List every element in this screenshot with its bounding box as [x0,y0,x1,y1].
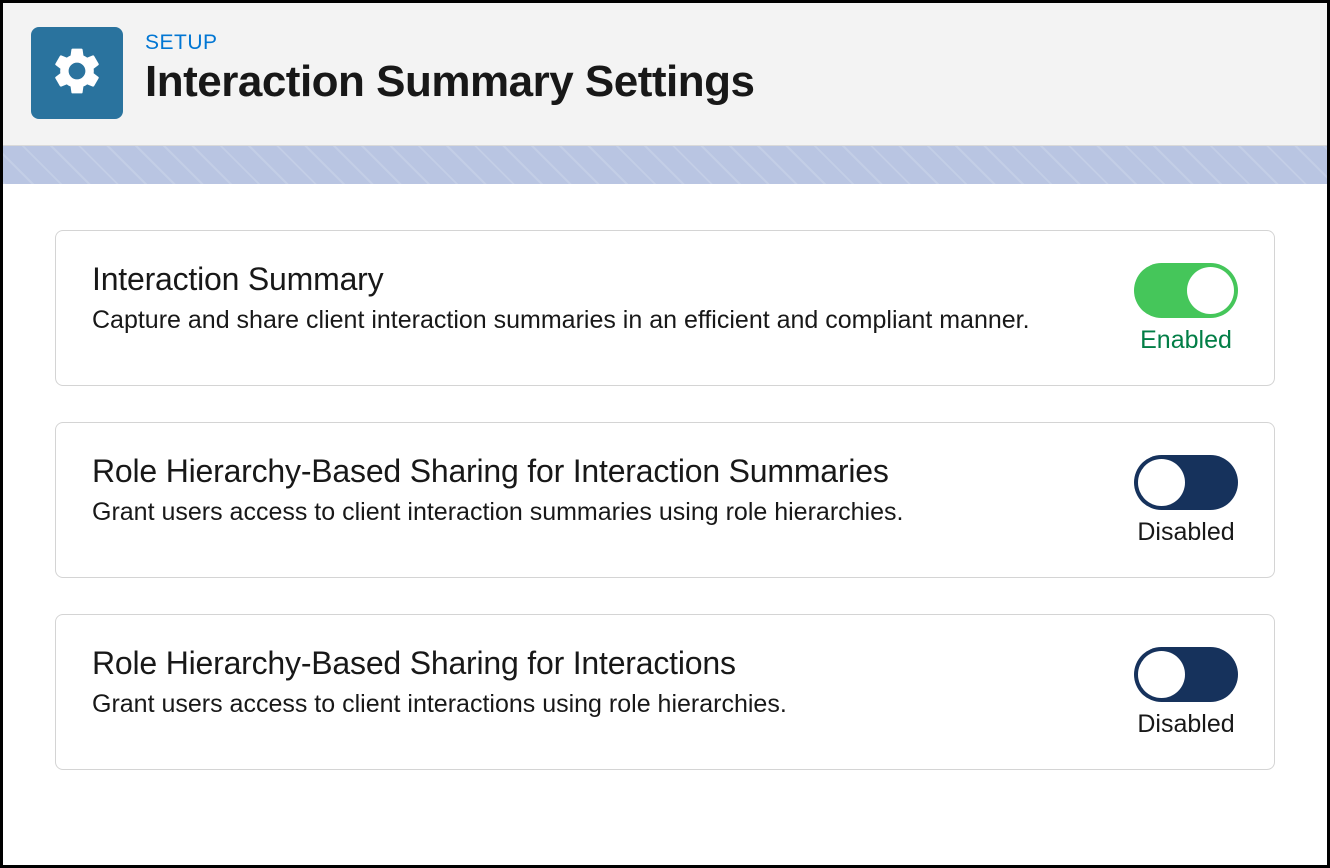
setting-text: Role Hierarchy-Based Sharing for Interac… [92,453,1094,530]
gear-icon [49,43,105,104]
toggle-status-label: Enabled [1140,326,1232,355]
toggle-knob [1138,651,1185,698]
setting-title: Role Hierarchy-Based Sharing for Interac… [92,645,1094,682]
toggle-interaction-summary[interactable] [1134,263,1238,318]
page-title: Interaction Summary Settings [145,57,754,107]
setting-role-hierarchy-summaries: Role Hierarchy-Based Sharing for Interac… [55,422,1275,578]
setting-title: Role Hierarchy-Based Sharing for Interac… [92,453,1094,490]
page-header: SETUP Interaction Summary Settings [3,3,1327,146]
setting-text: Interaction Summary Capture and share cl… [92,261,1094,338]
decorative-band [3,146,1327,184]
toggle-container: Disabled [1134,645,1238,739]
toggle-knob [1138,459,1185,506]
content-area: Interaction Summary Capture and share cl… [3,184,1327,852]
setting-text: Role Hierarchy-Based Sharing for Interac… [92,645,1094,722]
toggle-role-hierarchy-interactions[interactable] [1134,647,1238,702]
toggle-status-label: Disabled [1137,518,1234,547]
setting-description: Grant users access to client interaction… [92,496,1094,530]
toggle-status-label: Disabled [1137,710,1234,739]
setup-icon-box [31,27,123,119]
setting-description: Grant users access to client interaction… [92,688,1094,722]
setting-role-hierarchy-interactions: Role Hierarchy-Based Sharing for Interac… [55,614,1275,770]
toggle-role-hierarchy-summaries[interactable] [1134,455,1238,510]
breadcrumb: SETUP [145,31,754,55]
setting-description: Capture and share client interaction sum… [92,304,1094,338]
setting-interaction-summary: Interaction Summary Capture and share cl… [55,230,1275,386]
toggle-knob [1187,267,1234,314]
setting-title: Interaction Summary [92,261,1094,298]
toggle-container: Disabled [1134,453,1238,547]
header-text: SETUP Interaction Summary Settings [145,27,754,107]
toggle-container: Enabled [1134,261,1238,355]
